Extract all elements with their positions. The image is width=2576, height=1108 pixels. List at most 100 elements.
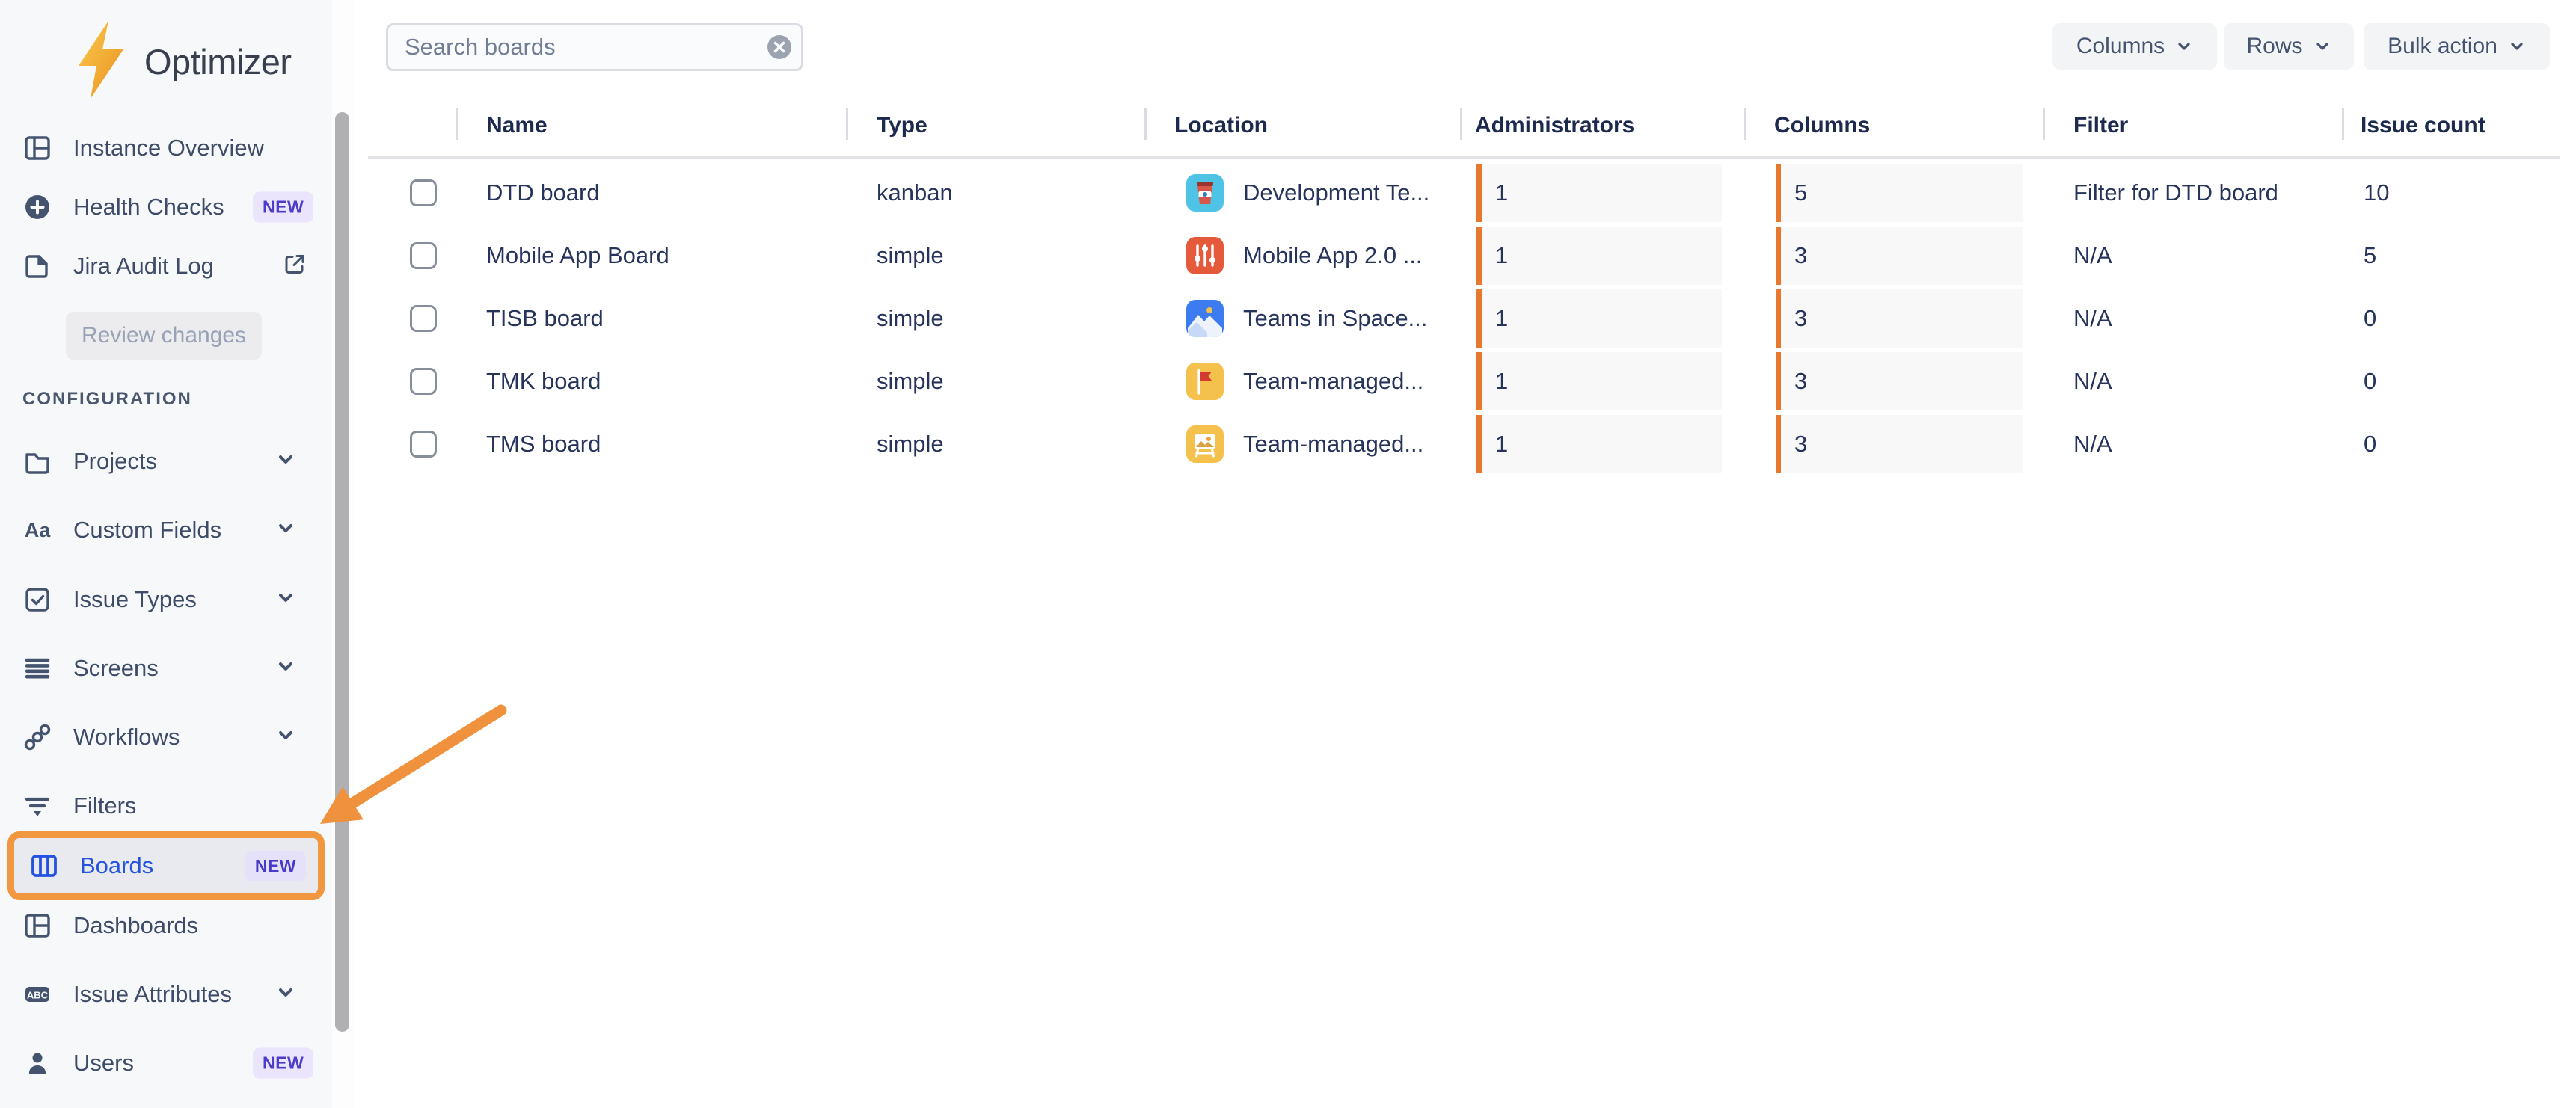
sidebar-item-filters[interactable]: Filters [0,775,332,837]
columns-button[interactable]: Columns [2052,23,2217,70]
row-checkbox[interactable] [410,305,437,332]
board-name: DTD board [486,161,600,224]
project-avatar-sliders-icon [1186,237,1224,274]
chevron-down-icon [275,725,296,750]
issue-count: 0 [2364,287,2376,350]
administrators-cell: 1 [1476,227,1722,285]
sidebar-item-label: Users [73,1050,134,1077]
board-columns-icon [29,851,59,881]
header-divider [1144,108,1147,140]
bulk-action-button[interactable]: Bulk action [2364,23,2550,70]
column-header-issue-count: Issue count [2361,111,2485,141]
sidebar-item-label: Custom Fields [73,517,221,544]
columns-cell: 3 [1776,352,2023,410]
rows-button-label: Rows [2246,34,2302,59]
issue-count: 10 [2364,161,2389,224]
board-name: TMS board [486,413,601,475]
app-logo: Optimizer [71,21,292,102]
issue-count: 0 [2364,413,2376,475]
column-header-type: Type [877,111,927,141]
header-divider [2342,108,2344,140]
board-location: Teams in Space... [1243,287,1427,350]
table-row[interactable]: Mobile App Board simple Mobile App 2.0 .… [0,224,2576,287]
board-location: Development Te... [1243,161,1429,224]
filter-icon [22,791,52,821]
column-header-columns: Columns [1774,111,1870,141]
checkbox-check-icon [22,585,52,615]
sidebar-item-issue-types[interactable]: Issue Types [0,568,332,631]
project-avatar-mountains-icon [1186,300,1224,337]
sidebar-item-workflows[interactable]: Workflows [0,706,332,769]
columns-cell: 3 [1776,227,2023,285]
row-checkbox[interactable] [410,368,437,395]
user-icon [22,1048,52,1078]
rows-button[interactable]: Rows [2224,23,2354,70]
sidebar-item-label: Dashboards [73,912,198,939]
lines-icon [22,653,52,683]
board-filter: N/A [2073,350,2112,413]
chevron-down-icon [275,982,296,1007]
board-type: kanban [877,161,953,224]
sidebar-item-label: Workflows [73,724,180,751]
issue-count: 5 [2364,224,2376,287]
clear-search-icon[interactable] [766,34,793,61]
project-avatar-billboard-icon [1186,425,1224,463]
board-filter: N/A [2073,224,2112,287]
svg-text:Aa: Aa [25,519,51,541]
sidebar-item-boards-selected[interactable]: Boards NEW [7,831,325,900]
app-title: Optimizer [144,41,292,82]
sidebar-item-dashboards[interactable]: Dashboards [0,894,332,957]
board-type: simple [877,350,944,413]
layout-icon [22,133,52,163]
sidebar-item-issue-attributes[interactable]: ABC Issue Attributes [0,963,332,1026]
row-checkbox[interactable] [410,179,437,206]
sidebar-item-label: Issue Attributes [73,981,232,1008]
sidebar-item-screens[interactable]: Screens [0,637,332,700]
board-type: simple [877,224,944,287]
table-row[interactable]: DTD board kanban Development Te... 1 5 F… [0,161,2576,224]
board-filter: Filter for DTD board [2073,161,2278,224]
sidebar-item-users[interactable]: Users NEW [0,1032,332,1095]
abc-icon: ABC [22,979,52,1009]
column-header-filter: Filter [2073,111,2128,141]
sidebar-item-custom-fields[interactable]: Aa Custom Fields [0,499,332,561]
administrators-cell: 1 [1476,164,1722,222]
dashboard-layout-icon [22,911,52,941]
project-avatar-flag-icon [1186,363,1224,400]
search-input[interactable] [386,23,803,71]
sidebar-item-label: Boards [80,852,153,879]
columns-cell: 5 [1776,164,2023,222]
project-avatar-coffee-cup-icon [1186,174,1224,212]
new-badge: NEW [253,1048,313,1079]
board-name: TISB board [486,287,604,350]
board-location: Team-managed... [1243,350,1423,413]
header-separator [368,156,2560,159]
workflow-chain-icon [22,722,52,752]
table-row[interactable]: TMS board simple Team-managed... 1 3 N/A… [0,413,2576,475]
columns-cell: 3 [1776,415,2023,473]
board-location: Team-managed... [1243,413,1423,475]
header-divider [1744,108,1746,140]
search-box [386,23,803,71]
column-header-location: Location [1174,111,1268,141]
board-type: simple [877,287,944,350]
columns-button-label: Columns [2076,34,2165,59]
columns-cell: 3 [1776,289,2023,348]
header-divider [2043,108,2045,140]
column-header-name: Name [486,111,548,141]
chevron-down-icon [275,656,296,681]
chevron-down-icon [2313,37,2331,55]
table-row[interactable]: TMK board simple Team-managed... 1 3 N/A… [0,350,2576,413]
chevron-down-icon [275,588,296,612]
row-checkbox[interactable] [410,431,437,458]
sidebar-item-label: Screens [73,655,159,682]
board-location: Mobile App 2.0 ... [1243,224,1423,287]
table-row[interactable]: TISB board simple Teams in Space... 1 3 … [0,287,2576,350]
row-checkbox[interactable] [410,242,437,269]
chevron-down-icon [275,518,296,543]
issue-count: 0 [2364,350,2376,413]
board-filter: N/A [2073,413,2112,475]
bulk-action-button-label: Bulk action [2388,34,2497,59]
sidebar-item-label: Issue Types [73,586,197,613]
administrators-cell: 1 [1476,415,1722,473]
